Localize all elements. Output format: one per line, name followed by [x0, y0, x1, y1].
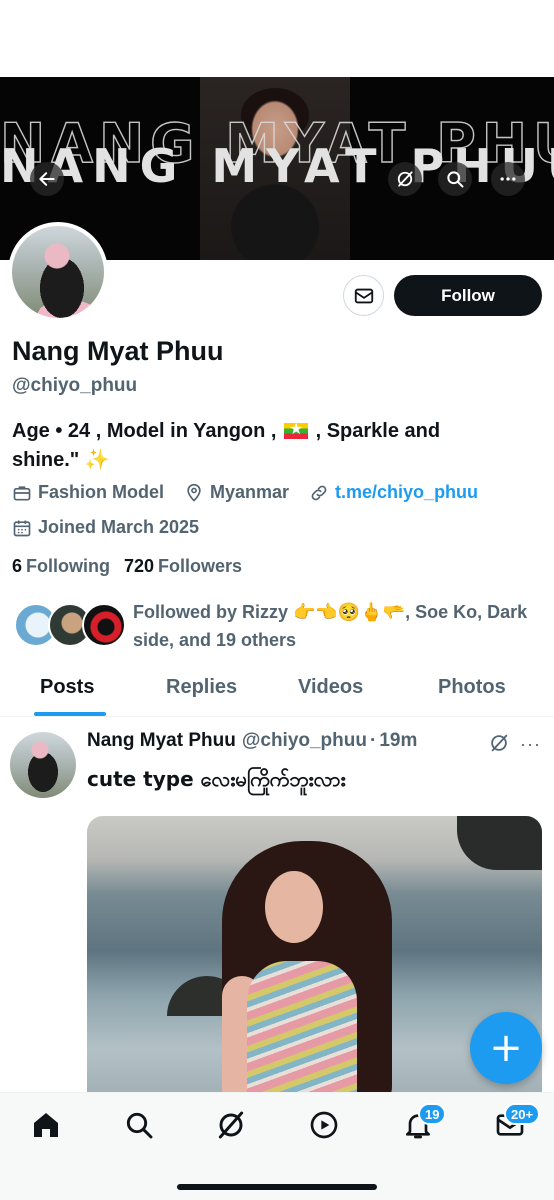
- profession-item: Fashion Model: [12, 482, 164, 503]
- profile-avatar[interactable]: [8, 222, 108, 322]
- back-arrow-icon: [39, 172, 55, 186]
- follower-avatar: [82, 603, 126, 647]
- image-rock: [457, 816, 542, 870]
- search-icon: [447, 171, 464, 188]
- notifications-badge: 19: [418, 1103, 447, 1125]
- profile-meta-row-2: Joined March 2025: [12, 517, 219, 538]
- nav-search[interactable]: [123, 1109, 155, 1141]
- profile-meta-row-1: Fashion Model Myanmar t.me/chiyo_phuu: [12, 482, 498, 503]
- post-author-name[interactable]: Nang Myat Phuu: [87, 730, 236, 752]
- post-header: Nang Myat Phuu @chiyo_phuu · 19m: [87, 730, 417, 752]
- tab-photos[interactable]: Photos: [438, 676, 506, 699]
- post-avatar[interactable]: [10, 732, 76, 798]
- home-icon: [34, 1113, 58, 1137]
- grok-icon: [218, 1111, 244, 1139]
- post-more-button[interactable]: ···: [520, 734, 541, 755]
- profile-handle: @chiyo_phuu: [12, 375, 138, 396]
- message-button[interactable]: [343, 275, 384, 316]
- following-label: Following: [26, 556, 110, 576]
- more-button[interactable]: [491, 162, 525, 196]
- followers-count: 720: [124, 556, 155, 576]
- follow-counts: 6 Following 720 Followers: [12, 556, 256, 577]
- nav-video[interactable]: [308, 1109, 340, 1141]
- mail-icon: [354, 288, 373, 303]
- sparkles-icon: ✨: [84, 449, 110, 471]
- joined-label: Joined March 2025: [38, 517, 200, 537]
- joined-item: Joined March 2025: [12, 517, 199, 538]
- profile-link[interactable]: t.me/chiyo_phuu: [335, 482, 478, 503]
- nav-grok[interactable]: [215, 1109, 247, 1141]
- post-timestamp: 19m: [379, 730, 418, 751]
- myanmar-flag-icon: [284, 420, 309, 440]
- tab-posts[interactable]: Posts: [40, 676, 94, 699]
- follow-button[interactable]: Follow: [394, 275, 542, 316]
- bio-text-start: Age • 24 , Model in Yangon ,: [12, 420, 277, 442]
- grok-icon: [397, 171, 413, 187]
- nav-home[interactable]: [30, 1109, 62, 1141]
- link-item[interactable]: t.me/chiyo_phuu: [309, 482, 478, 503]
- home-indicator: [177, 1184, 377, 1190]
- grok-button[interactable]: [388, 162, 422, 196]
- link-icon: [311, 485, 327, 500]
- grok-icon[interactable]: [488, 732, 510, 754]
- profile-bio: Age • 24 , Model in Yangon , , Sparkle a…: [12, 417, 512, 475]
- calendar-icon: [13, 520, 31, 536]
- post-author-handle: @chiyo_phuu: [241, 730, 367, 751]
- image-face: [265, 871, 323, 943]
- search-button[interactable]: [438, 162, 472, 196]
- location-pin-icon: [187, 483, 201, 502]
- profile-name: Nang Myat Phuu: [12, 336, 224, 366]
- followers-count-link[interactable]: 720 Followers: [124, 556, 242, 577]
- followed-by-text: Followed by Rizzy 👉👈🥺🖕🫳, Soe Ko, Dark si…: [133, 602, 528, 650]
- status-bar-area: [0, 0, 554, 77]
- back-button[interactable]: [30, 162, 64, 196]
- briefcase-icon: [13, 485, 31, 500]
- compose-button[interactable]: +: [470, 1012, 542, 1084]
- post-text: cute type လေးမကြိုက်ဘူးလား: [87, 767, 346, 791]
- following-count: 6: [12, 556, 23, 576]
- profession-label: Fashion Model: [38, 482, 164, 502]
- plus-icon: +: [489, 1025, 523, 1071]
- more-icon: [500, 177, 516, 181]
- followers-label: Followers: [158, 556, 243, 576]
- following-count-link[interactable]: 6 Following: [12, 556, 110, 577]
- followed-by-section[interactable]: Followed by Rizzy 👉👈🥺🖕🫳, Soe Ko, Dark si…: [12, 598, 552, 654]
- messages-badge: 20+: [504, 1103, 541, 1125]
- post-image[interactable]: [87, 816, 542, 1116]
- tab-videos[interactable]: Videos: [298, 676, 363, 699]
- location-item: Myanmar: [184, 482, 289, 503]
- profile-tabs: Posts Replies Videos Photos: [0, 666, 554, 717]
- search-icon: [126, 1112, 153, 1139]
- post-separator: ·: [370, 730, 377, 751]
- tab-replies[interactable]: Replies: [166, 676, 237, 699]
- active-tab-indicator: [34, 712, 106, 716]
- play-circle-icon: [310, 1111, 338, 1139]
- location-label: Myanmar: [210, 482, 290, 502]
